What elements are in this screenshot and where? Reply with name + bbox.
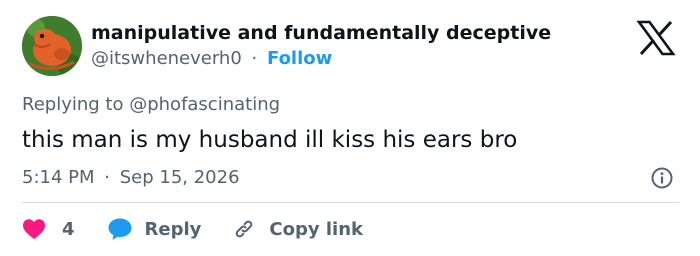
avatar[interactable] — [22, 16, 82, 76]
tweet-card: manipulative and fundamentally deceptive… — [0, 0, 700, 256]
x-logo-icon[interactable] — [636, 20, 676, 56]
author-display-name[interactable]: manipulative and fundamentally deceptive — [91, 20, 551, 46]
author-handle[interactable]: @itswheneverh0 — [91, 48, 242, 69]
heart-icon — [23, 219, 45, 239]
handle-separator: · — [251, 48, 258, 69]
info-icon[interactable] — [650, 166, 674, 190]
link-icon — [236, 220, 253, 238]
copy-link-button[interactable]: Copy link — [231, 217, 363, 241]
reply-context-mention[interactable]: @phofascinating — [129, 94, 280, 115]
reply-label: Reply — [144, 218, 202, 240]
like-count: 4 — [62, 218, 75, 240]
tweet-text: this man is my husband ill kiss his ears… — [22, 127, 518, 153]
tweet-date: Sep 15, 2026 — [119, 167, 240, 188]
reply-button[interactable]: Reply — [107, 217, 202, 241]
copy-link-label: Copy link — [269, 218, 363, 240]
avatar-image — [22, 16, 82, 76]
author-handle-row: @itswheneverh0 · Follow — [91, 46, 551, 72]
speech-bubble-icon — [108, 218, 132, 240]
like-button[interactable]: 4 — [22, 218, 75, 240]
reply-context: Replying to @phofascinating — [22, 92, 280, 118]
divider — [22, 202, 679, 203]
reply-context-prefix: Replying to — [22, 94, 124, 115]
tweet-timestamp[interactable]: 5:14 PM · Sep 15, 2026 — [22, 165, 240, 191]
timestamp-separator: · — [104, 167, 110, 188]
follow-button[interactable]: Follow — [267, 48, 332, 69]
action-bar: 4 Reply Copy link — [22, 214, 363, 244]
author-info: manipulative and fundamentally deceptive… — [91, 20, 551, 72]
tweet-time: 5:14 PM — [22, 167, 95, 188]
